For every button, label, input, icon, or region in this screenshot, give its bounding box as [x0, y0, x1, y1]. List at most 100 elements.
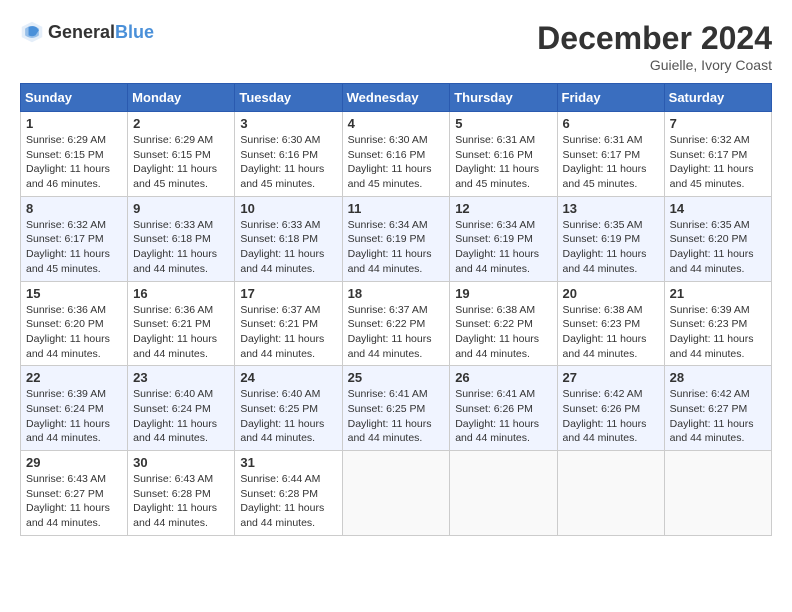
day-info: Sunrise: 6:32 AM Sunset: 6:17 PM Dayligh…: [26, 218, 122, 277]
calendar-cell: 1 Sunrise: 6:29 AM Sunset: 6:15 PM Dayli…: [21, 112, 128, 197]
day-number: 9: [133, 201, 229, 216]
calendar-week-4: 22 Sunrise: 6:39 AM Sunset: 6:24 PM Dayl…: [21, 366, 772, 451]
weekday-header-wednesday: Wednesday: [342, 84, 450, 112]
day-info: Sunrise: 6:39 AM Sunset: 6:23 PM Dayligh…: [670, 303, 766, 362]
day-info: Sunrise: 6:30 AM Sunset: 6:16 PM Dayligh…: [240, 133, 336, 192]
calendar-cell: 21 Sunrise: 6:39 AM Sunset: 6:23 PM Dayl…: [664, 281, 771, 366]
day-number: 17: [240, 286, 336, 301]
day-number: 20: [563, 286, 659, 301]
day-number: 6: [563, 116, 659, 131]
day-number: 29: [26, 455, 122, 470]
calendar-cell: 6 Sunrise: 6:31 AM Sunset: 6:17 PM Dayli…: [557, 112, 664, 197]
weekday-header-saturday: Saturday: [664, 84, 771, 112]
day-number: 26: [455, 370, 551, 385]
calendar-cell: 22 Sunrise: 6:39 AM Sunset: 6:24 PM Dayl…: [21, 366, 128, 451]
day-number: 31: [240, 455, 336, 470]
calendar-cell: 14 Sunrise: 6:35 AM Sunset: 6:20 PM Dayl…: [664, 196, 771, 281]
day-number: 12: [455, 201, 551, 216]
calendar-cell: 7 Sunrise: 6:32 AM Sunset: 6:17 PM Dayli…: [664, 112, 771, 197]
day-info: Sunrise: 6:37 AM Sunset: 6:21 PM Dayligh…: [240, 303, 336, 362]
day-number: 15: [26, 286, 122, 301]
month-year: December 2024: [537, 20, 772, 57]
day-info: Sunrise: 6:38 AM Sunset: 6:23 PM Dayligh…: [563, 303, 659, 362]
calendar-week-5: 29 Sunrise: 6:43 AM Sunset: 6:27 PM Dayl…: [21, 451, 772, 536]
day-info: Sunrise: 6:35 AM Sunset: 6:19 PM Dayligh…: [563, 218, 659, 277]
day-number: 1: [26, 116, 122, 131]
day-number: 14: [670, 201, 766, 216]
day-number: 27: [563, 370, 659, 385]
calendar-table: SundayMondayTuesdayWednesdayThursdayFrid…: [20, 83, 772, 536]
calendar-cell: 10 Sunrise: 6:33 AM Sunset: 6:18 PM Dayl…: [235, 196, 342, 281]
calendar-cell: 29 Sunrise: 6:43 AM Sunset: 6:27 PM Dayl…: [21, 451, 128, 536]
calendar-cell: 27 Sunrise: 6:42 AM Sunset: 6:26 PM Dayl…: [557, 366, 664, 451]
logo-text-block: GeneralBlue: [48, 22, 154, 43]
day-number: 18: [348, 286, 445, 301]
day-info: Sunrise: 6:38 AM Sunset: 6:22 PM Dayligh…: [455, 303, 551, 362]
day-info: Sunrise: 6:35 AM Sunset: 6:20 PM Dayligh…: [670, 218, 766, 277]
logo-blue: Blue: [115, 22, 154, 43]
calendar-cell: [664, 451, 771, 536]
calendar-cell: 25 Sunrise: 6:41 AM Sunset: 6:25 PM Dayl…: [342, 366, 450, 451]
day-number: 3: [240, 116, 336, 131]
calendar-cell: 5 Sunrise: 6:31 AM Sunset: 6:16 PM Dayli…: [450, 112, 557, 197]
day-number: 8: [26, 201, 122, 216]
calendar-cell: 24 Sunrise: 6:40 AM Sunset: 6:25 PM Dayl…: [235, 366, 342, 451]
day-info: Sunrise: 6:33 AM Sunset: 6:18 PM Dayligh…: [133, 218, 229, 277]
day-number: 10: [240, 201, 336, 216]
calendar-cell: 17 Sunrise: 6:37 AM Sunset: 6:21 PM Dayl…: [235, 281, 342, 366]
day-number: 7: [670, 116, 766, 131]
weekday-header-sunday: Sunday: [21, 84, 128, 112]
calendar-cell: 11 Sunrise: 6:34 AM Sunset: 6:19 PM Dayl…: [342, 196, 450, 281]
calendar-cell: 8 Sunrise: 6:32 AM Sunset: 6:17 PM Dayli…: [21, 196, 128, 281]
day-info: Sunrise: 6:29 AM Sunset: 6:15 PM Dayligh…: [26, 133, 122, 192]
calendar-week-3: 15 Sunrise: 6:36 AM Sunset: 6:20 PM Dayl…: [21, 281, 772, 366]
page-header: GeneralBlue December 2024 Guielle, Ivory…: [20, 20, 772, 73]
day-info: Sunrise: 6:36 AM Sunset: 6:20 PM Dayligh…: [26, 303, 122, 362]
calendar-cell: 18 Sunrise: 6:37 AM Sunset: 6:22 PM Dayl…: [342, 281, 450, 366]
day-info: Sunrise: 6:41 AM Sunset: 6:25 PM Dayligh…: [348, 387, 445, 446]
day-number: 25: [348, 370, 445, 385]
day-info: Sunrise: 6:31 AM Sunset: 6:16 PM Dayligh…: [455, 133, 551, 192]
calendar-cell: [557, 451, 664, 536]
logo-icon: [20, 20, 44, 44]
weekday-header-tuesday: Tuesday: [235, 84, 342, 112]
calendar-cell: 31 Sunrise: 6:44 AM Sunset: 6:28 PM Dayl…: [235, 451, 342, 536]
calendar-cell: 16 Sunrise: 6:36 AM Sunset: 6:21 PM Dayl…: [128, 281, 235, 366]
day-info: Sunrise: 6:32 AM Sunset: 6:17 PM Dayligh…: [670, 133, 766, 192]
day-info: Sunrise: 6:33 AM Sunset: 6:18 PM Dayligh…: [240, 218, 336, 277]
calendar-cell: 2 Sunrise: 6:29 AM Sunset: 6:15 PM Dayli…: [128, 112, 235, 197]
weekday-header-monday: Monday: [128, 84, 235, 112]
calendar-cell: 30 Sunrise: 6:43 AM Sunset: 6:28 PM Dayl…: [128, 451, 235, 536]
day-number: 19: [455, 286, 551, 301]
day-number: 11: [348, 201, 445, 216]
day-info: Sunrise: 6:30 AM Sunset: 6:16 PM Dayligh…: [348, 133, 445, 192]
day-info: Sunrise: 6:41 AM Sunset: 6:26 PM Dayligh…: [455, 387, 551, 446]
logo-general: General: [48, 22, 115, 43]
day-info: Sunrise: 6:43 AM Sunset: 6:28 PM Dayligh…: [133, 472, 229, 531]
day-info: Sunrise: 6:42 AM Sunset: 6:27 PM Dayligh…: [670, 387, 766, 446]
day-number: 21: [670, 286, 766, 301]
day-info: Sunrise: 6:44 AM Sunset: 6:28 PM Dayligh…: [240, 472, 336, 531]
calendar-cell: 4 Sunrise: 6:30 AM Sunset: 6:16 PM Dayli…: [342, 112, 450, 197]
location: Guielle, Ivory Coast: [537, 57, 772, 73]
day-info: Sunrise: 6:29 AM Sunset: 6:15 PM Dayligh…: [133, 133, 229, 192]
calendar-week-1: 1 Sunrise: 6:29 AM Sunset: 6:15 PM Dayli…: [21, 112, 772, 197]
calendar-cell: 12 Sunrise: 6:34 AM Sunset: 6:19 PM Dayl…: [450, 196, 557, 281]
day-info: Sunrise: 6:40 AM Sunset: 6:25 PM Dayligh…: [240, 387, 336, 446]
calendar-cell: 23 Sunrise: 6:40 AM Sunset: 6:24 PM Dayl…: [128, 366, 235, 451]
calendar-week-2: 8 Sunrise: 6:32 AM Sunset: 6:17 PM Dayli…: [21, 196, 772, 281]
calendar-cell: 3 Sunrise: 6:30 AM Sunset: 6:16 PM Dayli…: [235, 112, 342, 197]
day-info: Sunrise: 6:31 AM Sunset: 6:17 PM Dayligh…: [563, 133, 659, 192]
day-number: 2: [133, 116, 229, 131]
weekday-header-friday: Friday: [557, 84, 664, 112]
calendar-cell: [450, 451, 557, 536]
calendar-cell: 9 Sunrise: 6:33 AM Sunset: 6:18 PM Dayli…: [128, 196, 235, 281]
calendar-cell: 13 Sunrise: 6:35 AM Sunset: 6:19 PM Dayl…: [557, 196, 664, 281]
day-info: Sunrise: 6:40 AM Sunset: 6:24 PM Dayligh…: [133, 387, 229, 446]
day-number: 22: [26, 370, 122, 385]
day-number: 23: [133, 370, 229, 385]
day-info: Sunrise: 6:43 AM Sunset: 6:27 PM Dayligh…: [26, 472, 122, 531]
title-block: December 2024 Guielle, Ivory Coast: [537, 20, 772, 73]
day-number: 5: [455, 116, 551, 131]
calendar-cell: [342, 451, 450, 536]
